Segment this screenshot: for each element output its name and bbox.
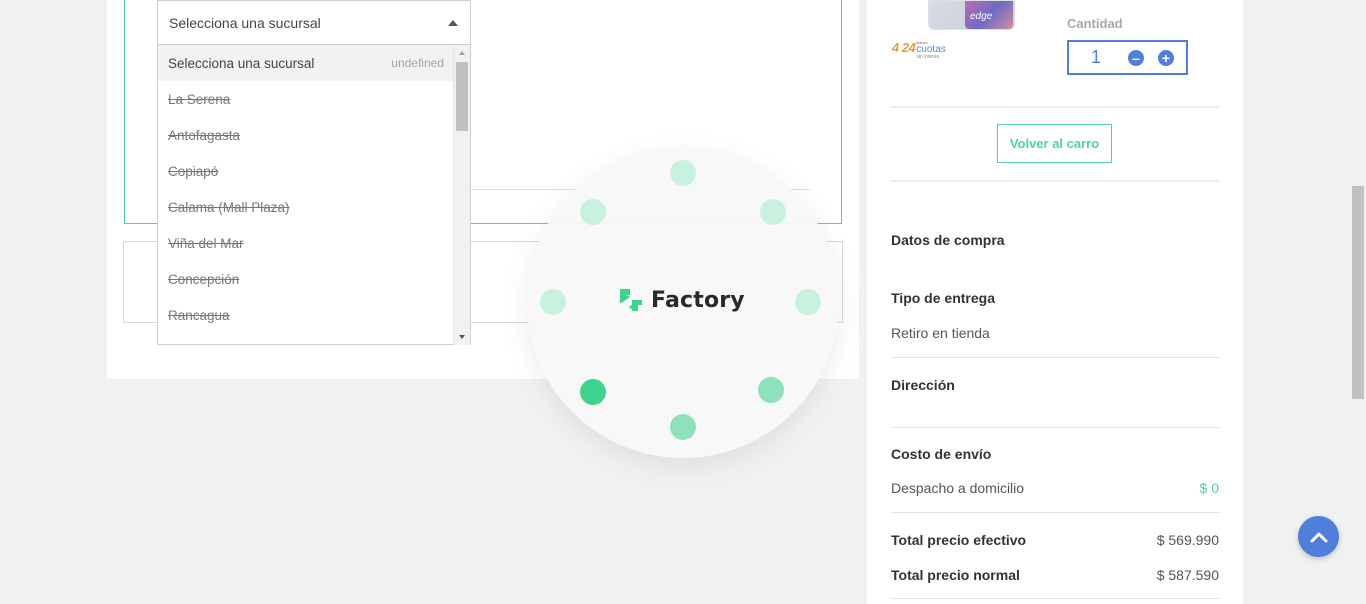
branch-option-list: Selecciona una sucursal undefined La Ser…: [158, 45, 454, 345]
page-scroll-thumb[interactable]: [1352, 186, 1364, 399]
factory-logo: Factory: [617, 286, 745, 314]
chevron-up-icon: [1310, 532, 1327, 542]
total-cash-label: Total precio efectivo: [891, 532, 1027, 548]
cuotas-main: cuotas: [916, 44, 946, 55]
total-normal-label: Total precio normal: [891, 567, 1020, 583]
quantity-stepper[interactable]: 1 – +: [1067, 40, 1188, 75]
order-summary-panel: edge 4 24 Banco cuotas sin interés Canti…: [867, 0, 1243, 604]
cuotas-number: 4 24: [892, 40, 916, 55]
back-to-cart-button[interactable]: Volver al carro: [997, 124, 1112, 163]
option-label: Selecciona una sucursal: [168, 55, 315, 71]
spinner-dot: [670, 160, 696, 186]
quantity-label: Cantidad: [1067, 16, 1123, 31]
delivery-type-title: Tipo de entrega: [891, 290, 995, 306]
option-label: Antofagasta: [168, 127, 241, 143]
caret-up-icon[interactable]: [448, 20, 458, 26]
option-label: La Serena: [168, 91, 231, 107]
scroll-up-icon[interactable]: [459, 51, 465, 55]
branch-option-rancagua[interactable]: Rancagua: [158, 297, 454, 333]
scroll-down-icon[interactable]: [459, 335, 465, 339]
cuotas-sub: sin interés: [916, 54, 940, 60]
divider: [891, 106, 1219, 108]
product-image: edge: [928, 0, 1015, 30]
cuotas-badge: 4 24 Banco cuotas sin interés: [892, 40, 946, 60]
option-label: Concepción: [168, 271, 240, 287]
divider: [891, 512, 1219, 513]
minus-icon[interactable]: –: [1128, 50, 1144, 66]
back-to-top-button[interactable]: [1298, 516, 1339, 557]
divider: [891, 357, 1219, 358]
spinner-dot: [758, 377, 784, 403]
spinner-dot: [540, 289, 566, 315]
delivery-type-value: Retiro en tienda: [891, 325, 990, 341]
plus-icon[interactable]: +: [1158, 50, 1174, 66]
branch-select-value: Selecciona una sucursal: [169, 14, 321, 31]
spinner-dot: [580, 379, 606, 405]
divider: [891, 598, 1219, 599]
option-list-scrollbar[interactable]: [453, 45, 470, 345]
branch-option-antofagasta[interactable]: Antofagasta: [158, 117, 454, 153]
branch-option-calama[interactable]: Calama (Mall Plaza): [158, 189, 454, 225]
product-screen-label: edge: [970, 11, 993, 22]
loading-spinner: Factory: [527, 146, 839, 458]
scroll-thumb[interactable]: [456, 62, 468, 131]
address-title: Dirección: [891, 377, 955, 393]
shipping-cost-title: Costo de envío: [891, 446, 992, 462]
option-label: Copiapó: [168, 163, 219, 179]
spinner-dot: [670, 414, 696, 440]
branch-option-la-serena[interactable]: La Serena: [158, 81, 454, 117]
branch-option-copiapo[interactable]: Copiapó: [158, 153, 454, 189]
branch-option-concepcion[interactable]: Concepción: [158, 261, 454, 297]
branch-option-placeholder[interactable]: Selecciona una sucursal undefined: [158, 45, 454, 81]
quantity-value[interactable]: 1: [1091, 47, 1101, 68]
total-normal-value: $ 587.590: [1156, 567, 1219, 583]
option-meta: undefined: [391, 56, 444, 70]
factory-mark-icon: [619, 289, 642, 311]
brand-name: Factory: [651, 287, 745, 313]
branch-select[interactable]: Selecciona una sucursal Selecciona una s…: [157, 0, 471, 345]
option-label: Calama (Mall Plaza): [168, 199, 290, 215]
total-cash-value: $ 569.990: [1156, 532, 1219, 548]
branch-option-vina-del-mar[interactable]: Viña del Mar: [158, 225, 454, 261]
divider: [891, 427, 1219, 428]
spinner-dot: [760, 199, 786, 225]
option-label: Viña del Mar: [168, 235, 244, 251]
home-delivery-value: $ 0: [1199, 480, 1219, 496]
home-delivery-label: Despacho a domicilio: [891, 480, 1025, 496]
option-label: Rancagua: [168, 307, 230, 323]
page-scrollbar[interactable]: [1350, 0, 1366, 604]
spinner-dot: [795, 289, 821, 315]
branch-select-head[interactable]: Selecciona una sucursal: [158, 1, 470, 45]
purchase-data-title: Datos de compra: [891, 232, 1005, 248]
spinner-dot: [580, 199, 606, 225]
divider: [891, 180, 1219, 182]
